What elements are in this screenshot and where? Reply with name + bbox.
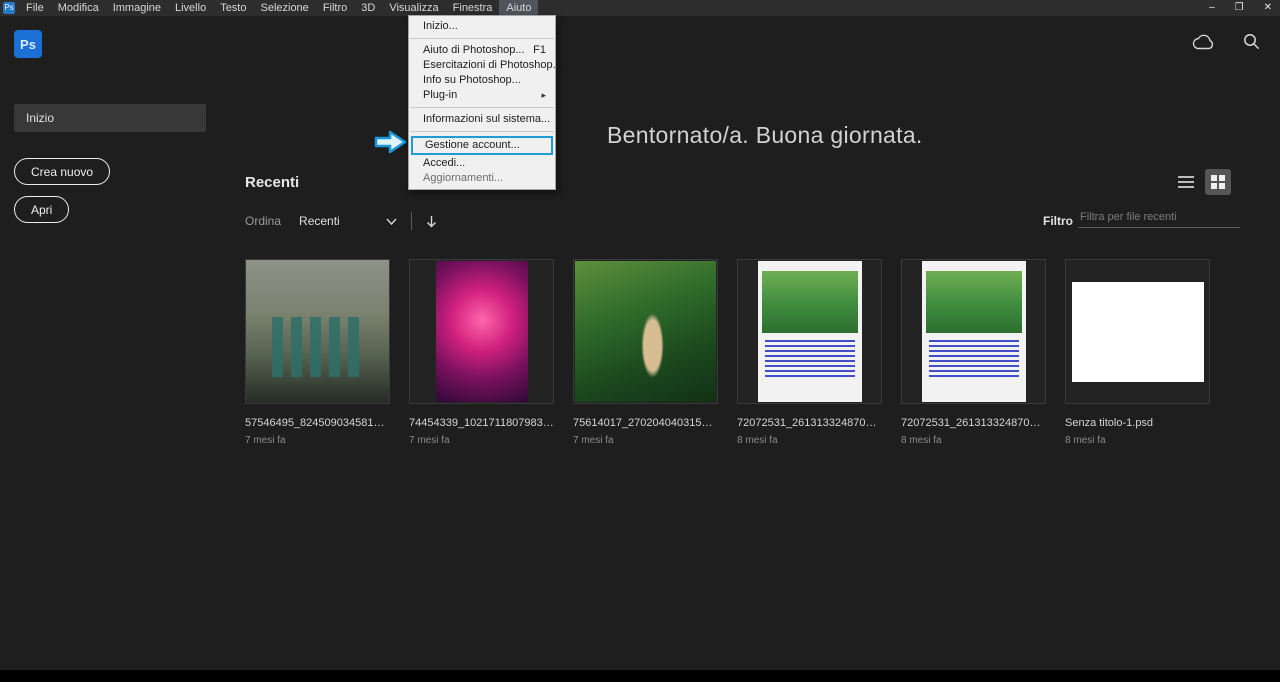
- ps-logo: Ps: [14, 30, 42, 58]
- sort-value: Recenti: [299, 214, 340, 228]
- list-view-button[interactable]: [1173, 169, 1199, 195]
- help-menu-item-plug-in[interactable]: Plug-in ▸: [409, 88, 555, 103]
- file-age: 7 mesi fa: [409, 435, 450, 446]
- arrow-down-icon: [426, 215, 436, 227]
- help-menu-item-informazioni-sistema[interactable]: Informazioni sul sistema...: [409, 112, 555, 127]
- help-menu-item-inizio[interactable]: Inizio...: [409, 19, 555, 34]
- help-menu-item-info-su-photoshop[interactable]: Info su Photoshop...: [409, 73, 555, 88]
- open-button[interactable]: Apri: [14, 196, 70, 223]
- creative-cloud-icon[interactable]: [1191, 33, 1215, 50]
- file-thumbnail: [409, 259, 554, 404]
- sort-direction-button[interactable]: [426, 215, 437, 228]
- help-menu-item-esercitazioni[interactable]: Esercitazioni di Photoshop...: [409, 58, 562, 73]
- recent-files-grid: 57546495_824509034581921... 7 mesi fa 74…: [245, 259, 1210, 446]
- menu-filtro[interactable]: Filtro: [316, 0, 354, 16]
- menu-selezione[interactable]: Selezione: [253, 0, 315, 16]
- menu-3d[interactable]: 3D: [354, 0, 382, 16]
- file-name: 75614017_2702040403150307...: [573, 417, 718, 429]
- minimize-button[interactable]: –: [1209, 0, 1215, 16]
- menu-separator: [410, 107, 554, 108]
- file-thumbnail: [245, 259, 390, 404]
- recent-file-card[interactable]: 72072531_2613133248707690... 8 mesi fa: [737, 259, 882, 446]
- menu-immagine[interactable]: Immagine: [106, 0, 168, 16]
- menu-separator: [410, 131, 554, 132]
- recent-file-card[interactable]: Senza titolo-1.psd 8 mesi fa: [1065, 259, 1210, 446]
- recent-title: Recenti: [245, 174, 300, 191]
- create-new-button[interactable]: Crea nuovo: [14, 158, 111, 185]
- sort-dropdown[interactable]: Recenti: [299, 214, 397, 228]
- file-name: Senza titolo-1.psd: [1065, 417, 1154, 429]
- help-menu: Inizio... Aiuto di Photoshop... F1 Eserc…: [408, 15, 562, 190]
- file-age: 8 mesi fa: [1065, 435, 1106, 446]
- file-age: 8 mesi fa: [901, 435, 942, 446]
- menu-finestra[interactable]: Finestra: [446, 0, 500, 16]
- sort-row: Ordina Recenti: [245, 212, 437, 230]
- grid-icon: [1211, 175, 1225, 189]
- sidebar-item-home[interactable]: Inizio: [14, 104, 206, 132]
- menu-visualizza[interactable]: Visualizza: [382, 0, 445, 16]
- sort-label: Ordina: [245, 214, 282, 228]
- menu-modifica[interactable]: Modifica: [51, 0, 106, 16]
- file-age: 7 mesi fa: [573, 435, 614, 446]
- filter-input[interactable]: [1078, 206, 1240, 228]
- file-age: 8 mesi fa: [737, 435, 778, 446]
- file-name: 72072531_2613133248707690...: [901, 417, 1046, 429]
- recent-file-card[interactable]: 75614017_2702040403150307... 7 mesi fa: [573, 259, 718, 446]
- recent-file-card[interactable]: 72072531_2613133248707690... 8 mesi fa: [901, 259, 1046, 446]
- top-icons: [1191, 33, 1260, 50]
- menu-shortcut: F1: [533, 44, 546, 56]
- chevron-down-icon: [386, 218, 397, 225]
- menu-livello[interactable]: Livello: [168, 0, 213, 16]
- search-icon[interactable]: [1243, 33, 1260, 50]
- file-name: 74454339_10217118079839112...: [409, 417, 554, 429]
- menubar: Ps File Modifica Immagine Livello Testo …: [0, 0, 1280, 16]
- menu-testo[interactable]: Testo: [213, 0, 253, 16]
- file-thumbnail: [573, 259, 718, 404]
- file-name: 72072531_2613133248707690...: [737, 417, 882, 429]
- menu-aiuto[interactable]: Aiuto: [499, 0, 539, 16]
- help-menu-item-accedi[interactable]: Accedi...: [409, 156, 555, 171]
- menu-file[interactable]: File: [19, 0, 51, 16]
- submenu-arrow-icon: ▸: [541, 90, 546, 100]
- bottom-edge: [0, 670, 1280, 682]
- grid-view-button[interactable]: [1205, 169, 1231, 195]
- filter-label: Filtro: [1043, 214, 1073, 228]
- file-thumbnail: [737, 259, 882, 404]
- help-menu-item-aiuto-di-photoshop[interactable]: Aiuto di Photoshop... F1: [409, 43, 555, 58]
- restore-button[interactable]: ❐: [1235, 0, 1244, 16]
- annotation-arrow-icon: [374, 130, 407, 154]
- photoshop-window: Ps File Modifica Immagine Livello Testo …: [0, 0, 1280, 682]
- recent-file-card[interactable]: 74454339_10217118079839112... 7 mesi fa: [409, 259, 554, 446]
- file-thumbnail: [901, 259, 1046, 404]
- ps-app-icon: Ps: [3, 2, 15, 14]
- close-button[interactable]: ✕: [1264, 0, 1272, 16]
- view-toggles: [1173, 169, 1231, 195]
- file-thumbnail: [1065, 259, 1210, 404]
- window-controls: – ❐ ✕: [1209, 0, 1272, 16]
- list-icon: [1178, 176, 1194, 188]
- welcome-message: Bentornato/a. Buona giornata.: [607, 122, 923, 148]
- recent-file-card[interactable]: 57546495_824509034581921... 7 mesi fa: [245, 259, 390, 446]
- file-name: 57546495_824509034581921...: [245, 417, 390, 429]
- help-menu-item-gestione-account[interactable]: Gestione account...: [411, 136, 553, 155]
- help-menu-item-aggiornamenti[interactable]: Aggiornamenti...: [409, 171, 555, 186]
- menu-separator: [410, 38, 554, 39]
- file-age: 7 mesi fa: [245, 435, 286, 446]
- divider: [410, 212, 412, 230]
